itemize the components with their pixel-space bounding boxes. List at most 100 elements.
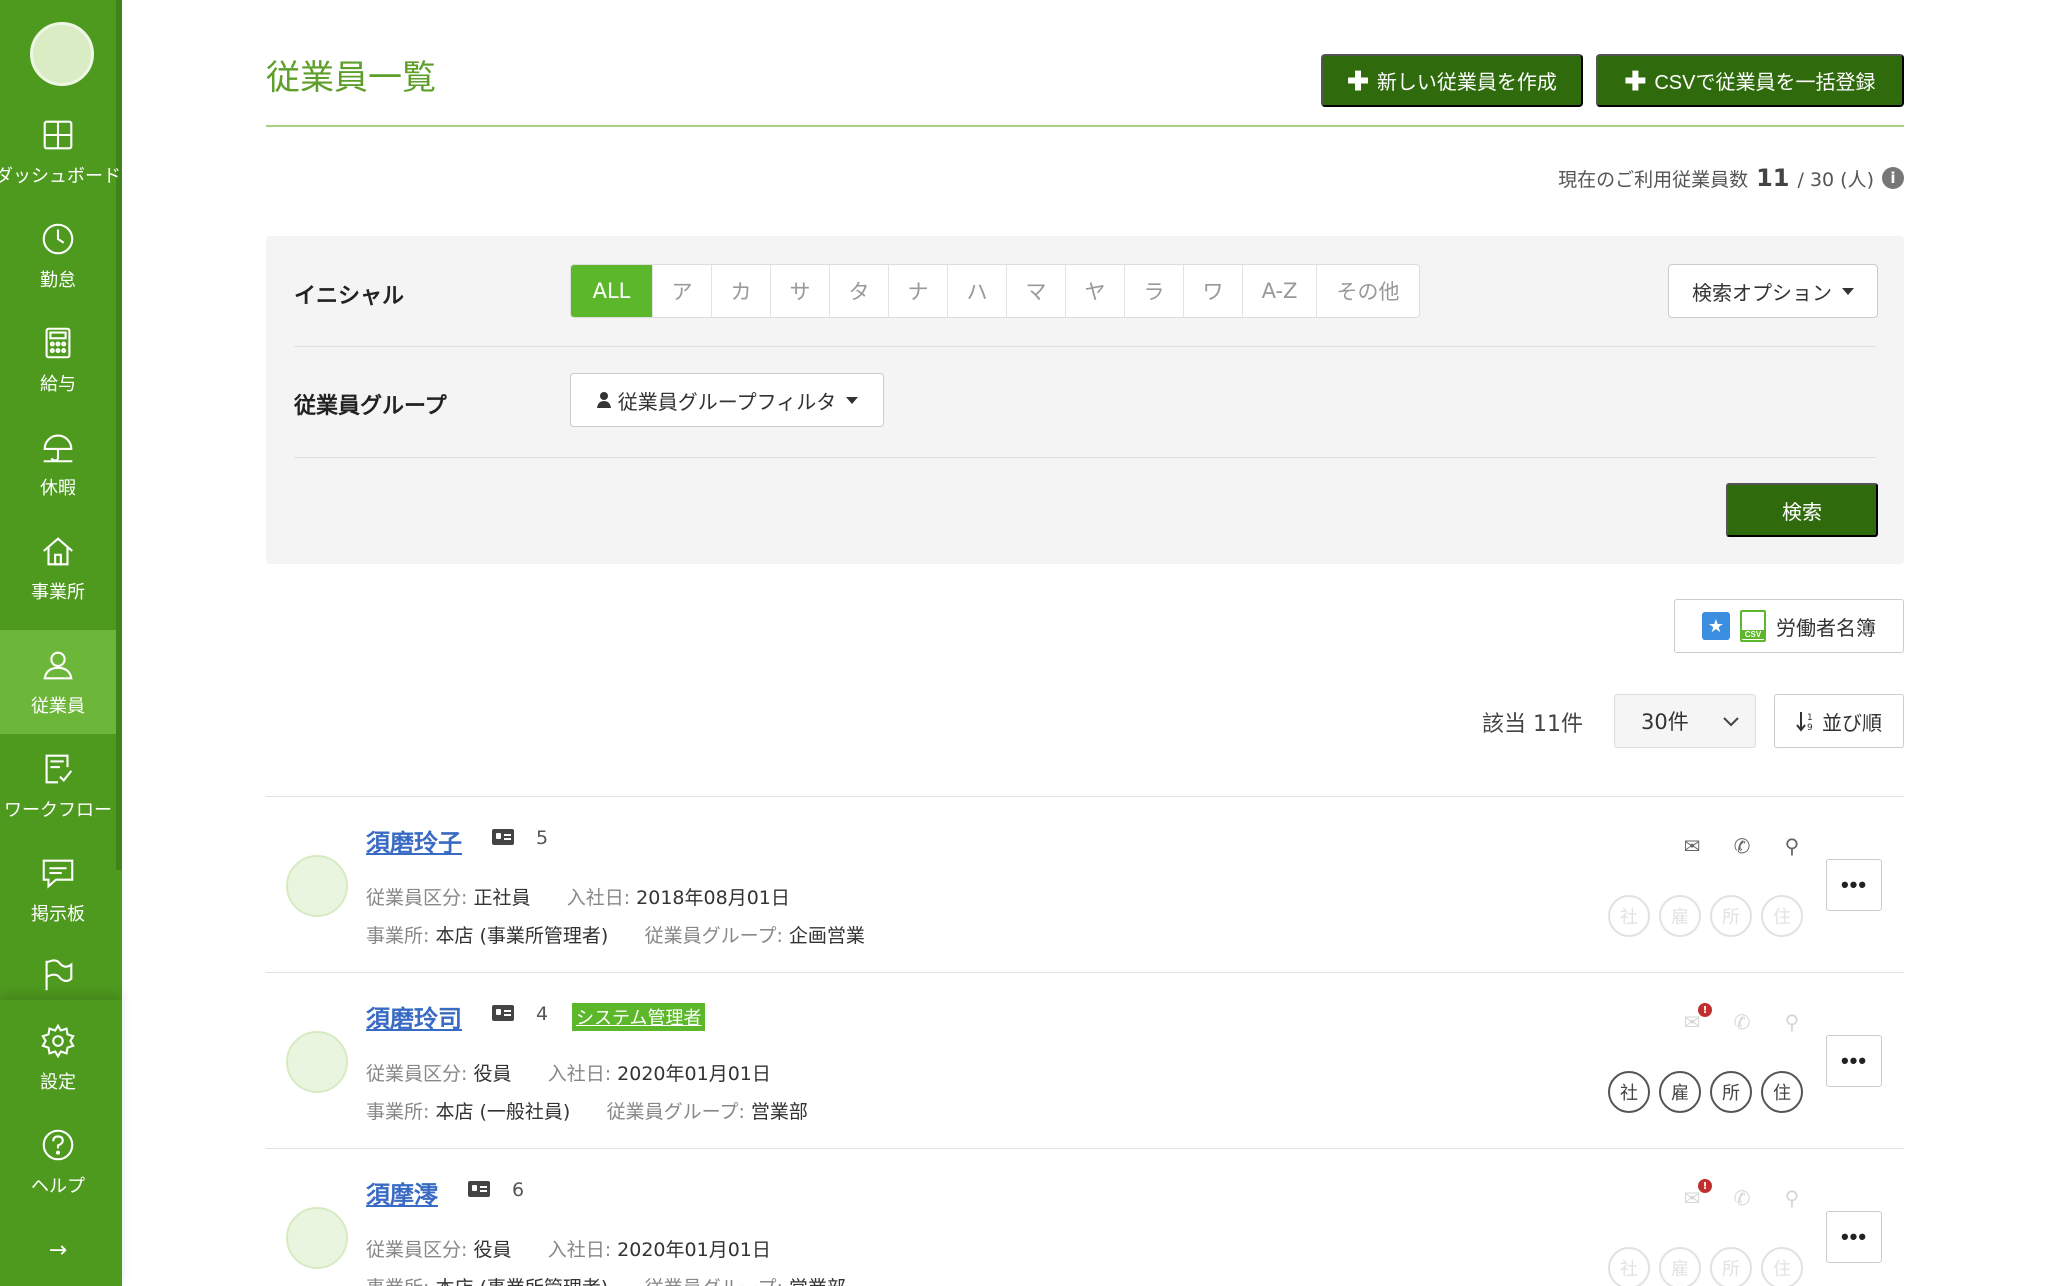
csv-file-icon: CSV	[1740, 610, 1766, 642]
initial-tab-ya[interactable]: ヤ	[1066, 265, 1125, 317]
mail-icon[interactable]: ✉	[1680, 834, 1704, 858]
employee-office-line: 事業所: 本店 (事業所管理者) 従業員グループ: 企画営業	[366, 921, 865, 948]
employee-avatar	[286, 1207, 348, 1269]
alert-icon: !	[1698, 1179, 1712, 1193]
initial-tab-ka[interactable]: カ	[712, 265, 771, 317]
phone-icon[interactable]: ✆	[1730, 834, 1754, 858]
location-pin-icon[interactable]: ⚲	[1780, 1010, 1804, 1034]
status-circle-residence[interactable]: 住	[1761, 895, 1803, 937]
phone-icon[interactable]: ✆	[1730, 1186, 1754, 1210]
more-actions-button[interactable]: •••	[1826, 1211, 1882, 1263]
status-circle-income[interactable]: 所	[1710, 895, 1752, 937]
initial-tab-a[interactable]: ア	[653, 265, 712, 317]
initial-filter-tabs: ALL ア カ サ タ ナ ハ マ ヤ ラ ワ A-Z その他	[570, 264, 1420, 318]
sidebar: ダッシュボード 勤怠 給与 休暇 事業所 従業員 ワークフロー 掲示板 設定 ヘ…	[0, 0, 122, 1286]
status-circle-employment[interactable]: 雇	[1659, 1247, 1701, 1286]
clock-icon	[42, 223, 74, 255]
star-icon: ★	[1702, 612, 1730, 640]
sidebar-item-board[interactable]: 掲示板	[0, 838, 116, 942]
per-page-value: 30件	[1641, 710, 1689, 734]
initial-tab-ta[interactable]: タ	[830, 265, 889, 317]
initial-tab-all[interactable]: ALL	[571, 265, 653, 317]
results-count: 該当 11件	[1482, 712, 1583, 737]
mail-icon[interactable]: ✉!	[1680, 1003, 1712, 1034]
search-button[interactable]: 検索	[1726, 483, 1878, 537]
join-date: 2018年08月01日	[636, 887, 790, 909]
join-label: 入社日:	[547, 1063, 612, 1085]
status-circle-residence[interactable]: 住	[1761, 1247, 1803, 1286]
more-actions-button[interactable]: •••	[1826, 859, 1882, 911]
sidebar-item-payroll[interactable]: 給与	[0, 308, 116, 412]
calculator-icon	[45, 327, 71, 359]
initial-tab-ma[interactable]: マ	[1007, 265, 1066, 317]
group-filter-dropdown[interactable]: 従業員グループフィルタ	[570, 373, 884, 427]
employee-name-link[interactable]: 須磨玲子	[366, 823, 462, 858]
mail-icon[interactable]: ✉!	[1680, 1179, 1712, 1210]
status-circle-income[interactable]: 所	[1710, 1071, 1752, 1113]
employee-type: 役員	[473, 1239, 512, 1261]
status-circle-residence[interactable]: 住	[1761, 1071, 1803, 1113]
status-circle-income[interactable]: 所	[1710, 1247, 1752, 1286]
status-circle-employment[interactable]: 雇	[1659, 895, 1701, 937]
sidebar-item-workflow[interactable]: ワークフロー	[0, 734, 116, 838]
phone-icon[interactable]: ✆	[1730, 1010, 1754, 1034]
status-circle-employment[interactable]: 雇	[1659, 1071, 1701, 1113]
home-icon	[43, 537, 73, 566]
initial-tab-na[interactable]: ナ	[889, 265, 948, 317]
initial-tab-ha[interactable]: ハ	[948, 265, 1007, 317]
initial-tab-sa[interactable]: サ	[771, 265, 830, 317]
status-circle-social[interactable]: 社	[1608, 1247, 1650, 1286]
sidebar-item-leave[interactable]: 休暇	[0, 412, 116, 516]
per-page-select[interactable]: 30件	[1614, 694, 1756, 748]
sidebar-item-label: 掲示板	[31, 904, 85, 925]
sidebar-scrollbar[interactable]	[116, 0, 122, 870]
sidebar-item-office[interactable]: 事業所	[0, 516, 116, 620]
message-icon	[42, 859, 74, 889]
location-pin-icon[interactable]: ⚲	[1780, 834, 1804, 858]
user-icon	[43, 651, 73, 680]
help-icon	[42, 1129, 74, 1161]
search-options-dropdown[interactable]: 検索オプション	[1668, 264, 1878, 318]
svg-text:9: 9	[1807, 723, 1813, 732]
sidebar-expand-button[interactable]: →	[0, 1230, 116, 1270]
employee-name-link[interactable]: 須磨玲司	[366, 999, 462, 1034]
group-filter-text: 従業員グループフィルタ	[617, 391, 837, 414]
status-circle-social[interactable]: 社	[1608, 895, 1650, 937]
worker-register-button[interactable]: ★ CSV 労働者名簿	[1674, 599, 1904, 653]
employee-row: 須磨玲司 4 システム管理者 従業員区分: 役員 入社日: 2020年01月01…	[266, 972, 1904, 1148]
clipboard-check-icon	[45, 754, 73, 784]
employee-group: 営業部	[789, 1277, 846, 1286]
employee-name-link[interactable]: 須摩澪	[366, 1175, 438, 1210]
usage-current: 11	[1756, 164, 1790, 192]
initial-tab-az[interactable]: A-Z	[1243, 265, 1317, 317]
initial-tab-other[interactable]: その他	[1317, 265, 1419, 317]
employee-row: 須磨玲子 5 従業員区分: 正社員 入社日: 2018年08月01日 事業所: …	[266, 796, 1904, 972]
user-avatar[interactable]	[30, 22, 94, 86]
more-actions-button[interactable]: •••	[1826, 1035, 1882, 1087]
sidebar-item-flag[interactable]	[0, 942, 116, 1002]
office-label: 事業所:	[366, 1101, 430, 1123]
sidebar-item-help[interactable]: ヘルプ	[0, 1110, 116, 1214]
new-employee-button[interactable]: ✚ 新しい従業員を作成	[1321, 54, 1583, 107]
panel-divider	[294, 457, 1876, 458]
contact-icons: ✉! ✆ ⚲	[1680, 1179, 1804, 1210]
employee-office: 本店 (事業所管理者)	[435, 1277, 608, 1286]
plus-icon: ✚	[1624, 65, 1647, 96]
status-circle-social[interactable]: 社	[1608, 1071, 1650, 1113]
location-pin-icon[interactable]: ⚲	[1780, 1186, 1804, 1210]
flag-icon	[45, 959, 73, 991]
csv-import-button[interactable]: ✚ CSVで従業員を一括登録	[1596, 54, 1904, 107]
worker-register-label: 労働者名簿	[1776, 617, 1876, 640]
employee-office: 本店 (一般社員)	[435, 1101, 571, 1123]
info-icon[interactable]: i	[1882, 167, 1904, 189]
caret-down-icon	[1842, 287, 1854, 295]
role-badge[interactable]: システム管理者	[572, 1003, 706, 1031]
sidebar-item-attendance[interactable]: 勤怠	[0, 204, 116, 308]
sort-button[interactable]: 19 並び順	[1774, 694, 1904, 748]
sidebar-item-settings[interactable]: 設定	[0, 1006, 116, 1110]
initial-tab-ra[interactable]: ラ	[1125, 265, 1184, 317]
initial-tab-wa[interactable]: ワ	[1184, 265, 1243, 317]
page-title: 従業員一覧	[266, 58, 436, 98]
sidebar-item-dashboard[interactable]: ダッシュボード	[0, 100, 121, 204]
sidebar-item-employees[interactable]: 従業員	[0, 630, 116, 734]
